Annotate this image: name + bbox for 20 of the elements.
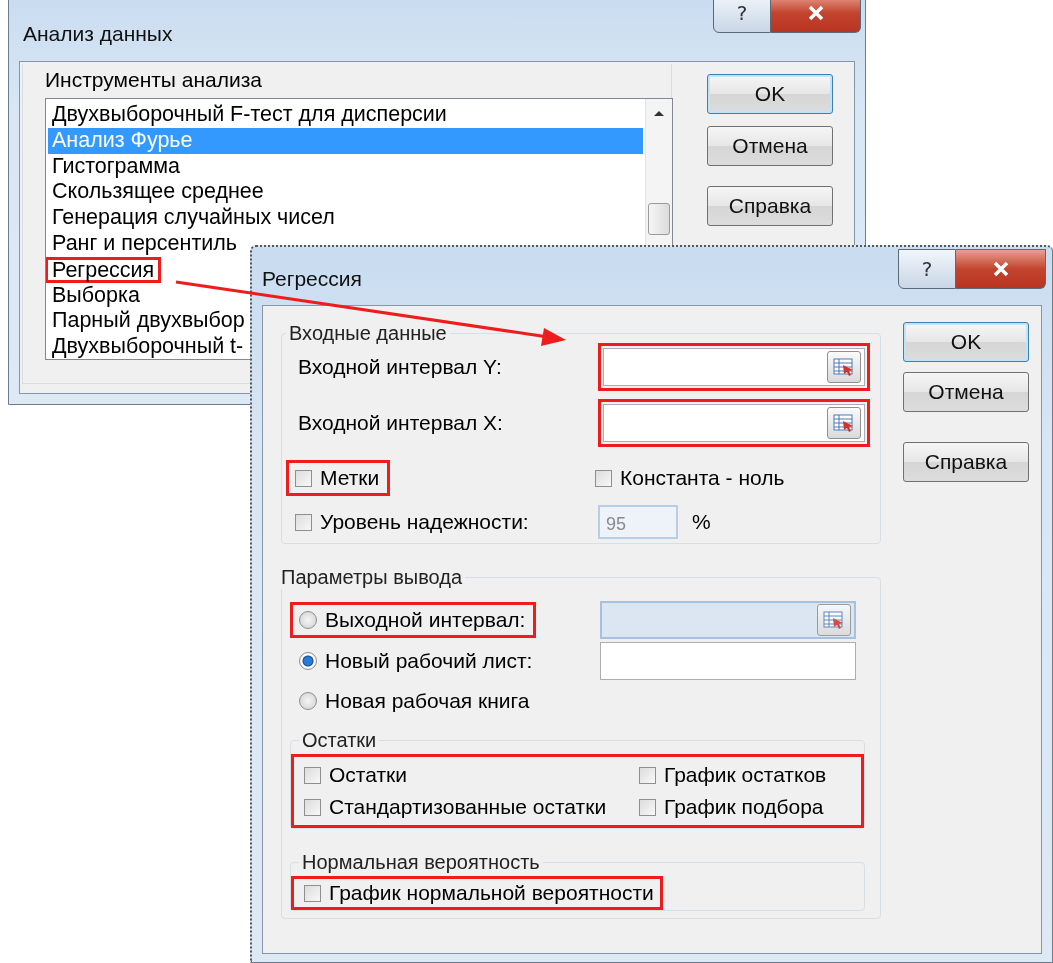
group-label: Нормальная вероятность <box>301 851 541 874</box>
group-label: Входные данные <box>288 322 448 345</box>
radio-label: Новая рабочая книга <box>325 689 530 713</box>
checkbox-label: Константа - ноль <box>620 466 785 490</box>
radio-label: Выходной интервал: <box>325 608 526 632</box>
checkbox-label: Стандартизованные остатки <box>329 795 607 819</box>
group-label: Инструменты анализа <box>45 68 263 92</box>
field-label: Входной интервал X: <box>298 411 504 435</box>
group-label: Параметры вывода <box>280 566 464 589</box>
window-title: Регрессия <box>262 267 362 291</box>
unit-label: % <box>692 510 711 534</box>
checkbox-label: Метки <box>320 466 380 490</box>
window-title: Анализ данных <box>23 22 173 46</box>
checkbox-label: График подбора <box>664 795 824 819</box>
checkbox-label: График нормальной вероятности <box>329 881 654 905</box>
checkbox-label: Остатки <box>329 763 407 787</box>
checkbox-label: Уровень надежности: <box>320 510 529 534</box>
group-label: Остатки <box>301 729 378 752</box>
radio-label: Новый рабочий лист: <box>325 649 533 673</box>
checkbox-label: График остатков <box>664 763 827 787</box>
